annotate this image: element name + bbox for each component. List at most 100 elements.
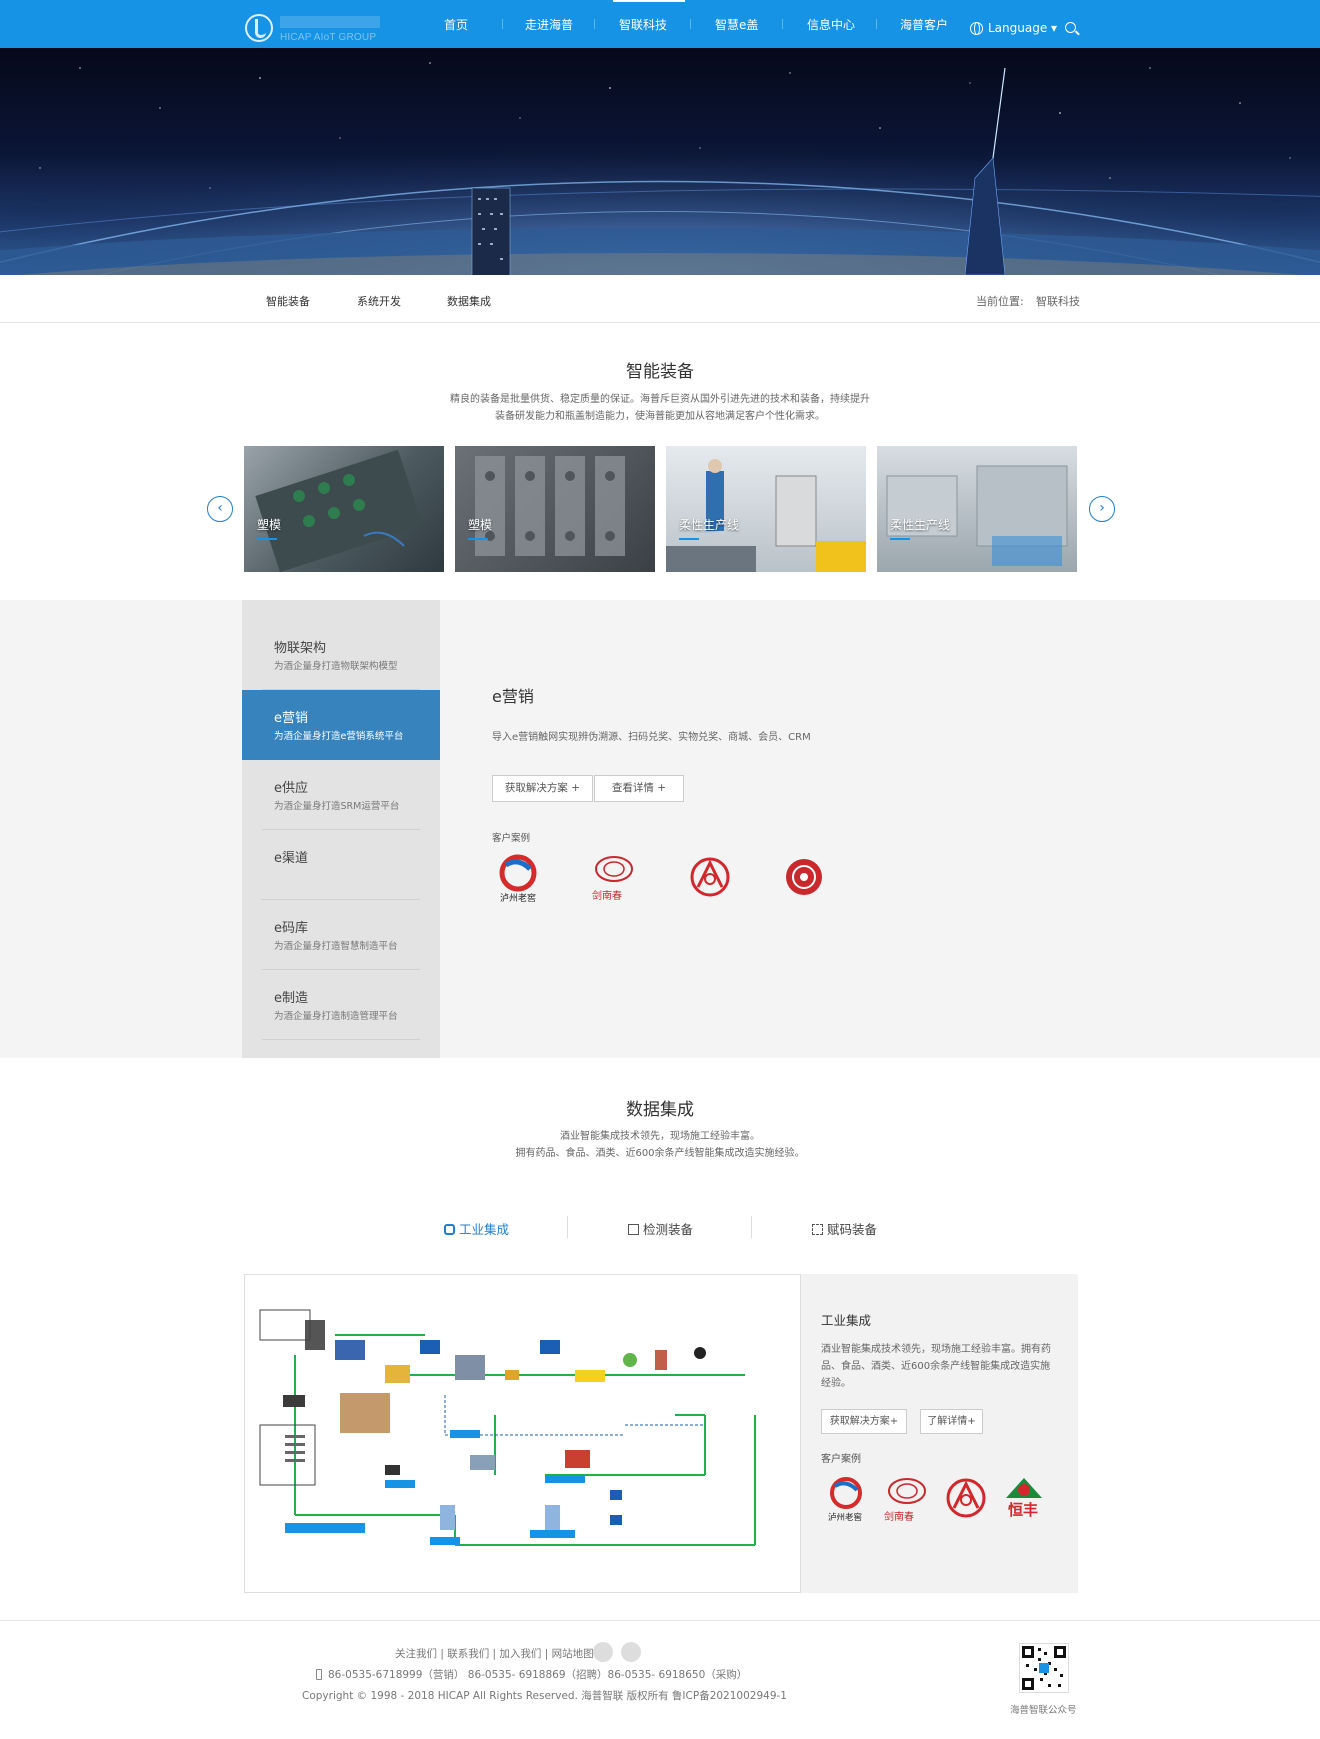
mail-icon[interactable] [593, 1642, 613, 1662]
equipment-card[interactable]: 塑模 [455, 446, 655, 572]
get-solution-button[interactable]: 获取解决方案 + [492, 775, 593, 802]
card-caption: 塑模 [468, 518, 493, 532]
nav-smart-tech[interactable]: 智联科技 [619, 16, 667, 33]
card-caption: 塑模 [257, 518, 282, 532]
top-navbar: HICAP AIoT GROUP 首页 走进海普 智联科技 智慧e盖 信息中心 … [0, 0, 1320, 48]
nav-divider [594, 19, 595, 29]
hero-banner [0, 48, 1320, 275]
nav-divider [782, 19, 783, 29]
client-logo-text: 剑南春 [592, 891, 622, 902]
section-subnav: 智能装备 系统开发 数据集成 当前位置: 智联科技 [0, 275, 1320, 323]
tab-label: 赋码装备 [826, 1222, 877, 1237]
client-logo-hengfeng[interactable]: 恒丰 [1002, 1476, 1046, 1528]
client-logo-jiannanchun[interactable]: 剑南春 [588, 853, 640, 903]
globe-icon[interactable] [970, 22, 983, 35]
nav-news[interactable]: 信息中心 [807, 16, 855, 33]
client-logo-luzhou-laojiao[interactable]: 泸州老窖 [496, 853, 542, 904]
language-selector[interactable]: Language ▾ [988, 21, 1057, 35]
menu-item-title: e供应 [274, 781, 308, 796]
tab-label: 检测装备 [642, 1222, 693, 1237]
equipment-desc-line2: 装备研发能力和瓶盖制造能力，使海普能更加从容地满足客户个性化需求。 [495, 411, 825, 422]
subnav-data-integration[interactable]: 数据集成 [447, 293, 491, 309]
client-logo-wuliangye[interactable] [690, 857, 730, 897]
menu-item-title: e营销 [274, 711, 308, 726]
equipment-title: 智能装备 [626, 362, 694, 382]
integration-desc-line2: 拥有药品、食品、酒类、近600余条产线智能集成改造实施经验。 [515, 1148, 805, 1159]
database-icon [444, 1224, 455, 1235]
logo-mark-icon [245, 14, 273, 42]
city-earth-night-image [0, 48, 1320, 275]
breadcrumb-label: 当前位置: [976, 295, 1024, 308]
carousel-next-button[interactable]: › [1089, 496, 1115, 522]
tab-label: 工业集成 [458, 1222, 509, 1237]
footer-divider [0, 1620, 1320, 1621]
hicap-logo[interactable]: HICAP AIoT GROUP [245, 12, 380, 46]
production-line-photo [886, 465, 1068, 566]
detail-title: e营销 [492, 687, 534, 706]
tab-inspection-equipment[interactable]: 检测装备 [628, 1219, 693, 1238]
cases-label: 客户案例 [821, 1454, 861, 1465]
client-logo-text: 泸州老窖 [828, 1513, 863, 1523]
client-logo-luzhou-laojiao[interactable]: 泸州老窖 [826, 1475, 868, 1525]
menu-item-desc: 为酒企量身打造制造管理平台 [274, 1011, 398, 1022]
tab-coding-equipment[interactable]: 赋码装备 [812, 1219, 877, 1238]
integration-diagram [244, 1274, 801, 1593]
nav-about[interactable]: 走进海普 [525, 16, 573, 33]
traceability-flow-diagram [259, 1309, 756, 1546]
qr-code-label: 海普智联公众号 [1010, 1705, 1077, 1716]
nav-smart-cap[interactable]: 智慧e盖 [715, 16, 758, 33]
search-icon[interactable] [1065, 22, 1076, 33]
chevron-right-icon: › [1099, 500, 1105, 516]
client-logo-langjiu[interactable] [784, 857, 824, 897]
divider [262, 1039, 420, 1040]
nav-clients[interactable]: 海普客户 [900, 16, 948, 33]
client-logo-text: 恒丰 [1008, 1501, 1039, 1519]
menu-item-e-code-library[interactable]: e码库 为酒企量身打造智慧制造平台 [242, 900, 440, 970]
card-accent [890, 538, 910, 540]
menu-item-title: e渠道 [274, 851, 308, 866]
card-accent [679, 538, 699, 540]
menu-item-e-marketing[interactable]: e营销 为酒企量身打造e营销系统平台 [242, 690, 440, 760]
subnav-system-dev[interactable]: 系统开发 [357, 293, 401, 309]
menu-item-e-channel[interactable]: e渠道 [242, 830, 440, 900]
equipment-card[interactable]: 柔性生产线 [877, 446, 1077, 572]
nav-home[interactable]: 首页 [444, 16, 468, 33]
production-line-photo [666, 459, 866, 572]
cases-label: 客户案例 [492, 833, 531, 844]
menu-item-e-supply[interactable]: e供应 为酒企量身打造SRM运营平台 [242, 760, 440, 830]
menu-item-iot-architecture[interactable]: 物联架构 为酒企量身打造物联架构模型 [242, 620, 440, 690]
footer-copyright: Copyright © 1998 - 2018 HICAP All Rights… [302, 1690, 787, 1702]
inspection-icon [628, 1224, 639, 1235]
breadcrumb-current[interactable]: 智联科技 [1036, 293, 1080, 309]
get-solution-button[interactable]: 获取解决方案+ [821, 1409, 907, 1434]
integration-desc-line1: 酒业智能集成技术领先，现场施工经验丰富。 [560, 1131, 760, 1142]
card-caption: 柔性生产线 [679, 518, 740, 532]
tab-divider [751, 1216, 752, 1238]
client-logo-jiannanchun[interactable]: 剑南春 [881, 1475, 933, 1525]
detail-desc: 导入e营销触网实现辨伪溯源、扫码兑奖、实物兑奖、商城、会员、CRM [492, 732, 811, 743]
logo-subtitle: HICAP AIoT GROUP [280, 32, 377, 43]
equipment-card[interactable]: 塑模 [244, 446, 444, 572]
wechat-icon[interactable] [621, 1642, 641, 1662]
menu-item-desc: 为酒企量身打造SRM运营平台 [274, 801, 400, 812]
menu-item-e-manufacturing[interactable]: e制造 为酒企量身打造制造管理平台 [242, 970, 440, 1040]
nav-divider [690, 19, 691, 29]
equipment-card[interactable]: 柔性生产线 [666, 446, 866, 572]
learn-more-button[interactable]: 了解详情+ [920, 1409, 983, 1434]
footer-links[interactable]: 关注我们 | 联系我们 | 加入我们 | 网站地图 [395, 1646, 594, 1661]
menu-item-desc: 为酒企量身打造智慧制造平台 [274, 941, 398, 952]
system-side-menu: 物联架构 为酒企量身打造物联架构模型 e营销 为酒企量身打造e营销系统平台 e供… [242, 600, 440, 1058]
carousel-prev-button[interactable]: ‹ [207, 496, 233, 522]
language-label: Language [988, 21, 1048, 35]
card-accent [257, 538, 277, 540]
client-logo-wuliangye[interactable] [946, 1478, 986, 1518]
equipment-desc-line1: 精良的装备是批量供货、稳定质量的保证。海普斥巨资从国外引进先进的技术和装备，持续… [450, 394, 870, 405]
subnav-equipment[interactable]: 智能装备 [266, 293, 310, 309]
menu-item-title: 物联架构 [274, 641, 327, 656]
card-caption: 柔性生产线 [890, 518, 951, 532]
footer-phones: 86-0535-6718999（营销） 86-0535- 6918869（招聘）… [328, 1669, 748, 1681]
client-logo-text: 剑南春 [884, 1512, 914, 1523]
view-details-button[interactable]: 查看详情 + [594, 775, 684, 802]
menu-item-title: e码库 [274, 921, 308, 936]
tab-industrial-integration[interactable]: 工业集成 [444, 1219, 509, 1238]
